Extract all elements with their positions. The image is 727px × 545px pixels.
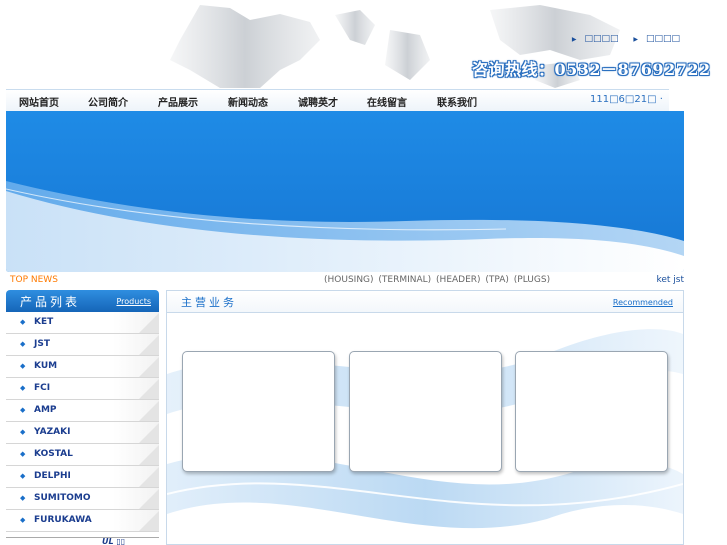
sidebar-item-label: DELPHI (34, 471, 71, 481)
bullet-icon: ◆ (20, 318, 26, 326)
main-nav: 网站首页 公司简介 产品展示 新闻动态 诚聘英才 在线留言 联系我们 111□6… (6, 89, 669, 111)
hotline-phone: 咨询热线：0532－87692722 (472, 60, 711, 79)
product-categories[interactable]: (HOUSING) (TERMINAL) (HEADER) (TPA) (PLU… (324, 275, 550, 285)
main-business-panel: 主营业务 Recommended (166, 290, 684, 545)
bullet-icon: ◆ (20, 450, 26, 458)
fold-decoration (139, 511, 159, 531)
keywords-link[interactable]: ket jst (656, 275, 684, 285)
sidebar-item-label: JST (34, 339, 50, 349)
sidebar-item-label: YAZAKI (34, 427, 71, 437)
sidebar-item-label: AMP (34, 405, 57, 415)
sidebar-item-delphi[interactable]: ◆ DELPHI (6, 466, 159, 488)
sidebar-item-sumitomo[interactable]: ◆ SUMITOMO (6, 488, 159, 510)
sidebar-item-yazaki[interactable]: ◆ YAZAKI (6, 422, 159, 444)
sidebar-header: 产品列表 Products (6, 290, 159, 312)
page: ▶ □□□□ ▶ □□□□ 咨询热线：0532－87692722 网站首页 公司简介… (0, 0, 727, 545)
sidebar-item-ket[interactable]: ◆ KET (6, 312, 159, 334)
sidebar-bottom-banner: UL ▯▯ (6, 537, 159, 545)
top-link-1[interactable]: ▶ □□□□ (566, 34, 619, 44)
header: ▶ □□□□ ▶ □□□□ 咨询热线：0532－87692722 (0, 0, 727, 90)
nav-item-jobs[interactable]: 诚聘英才 (298, 94, 338, 109)
bullet-icon: ◆ (20, 472, 26, 480)
news-bar: TOP NEWS (HOUSING) (TERMINAL) (HEADER) (… (6, 273, 684, 288)
bullet-icon: ◆ (20, 362, 26, 370)
sidebar-list: ◆ KET ◆ JST ◆ KUM ◆ FCI ◆ AMP ◆ YAZAKI ◆ KOSTAL… (6, 312, 159, 532)
sidebar-item-furukawa[interactable]: ◆ FURUKAWA (6, 510, 159, 532)
fold-decoration (139, 489, 159, 509)
hero-banner (6, 111, 684, 272)
triangle-right-icon: ▶ (633, 36, 638, 43)
sidebar-item-fci[interactable]: ◆ FCI (6, 378, 159, 400)
nav-item-message[interactable]: 在线留言 (367, 94, 407, 109)
sidebar-item-label: FURUKAWA (34, 515, 92, 525)
nav-item-about[interactable]: 公司简介 (88, 94, 128, 109)
bullet-icon: ◆ (20, 384, 26, 392)
fold-decoration (139, 357, 159, 377)
sidebar-item-jst[interactable]: ◆ JST (6, 334, 159, 356)
fold-decoration (139, 335, 159, 355)
top-link-2[interactable]: ▶ □□□□ (627, 34, 680, 44)
business-card-3[interactable] (515, 351, 668, 472)
fold-decoration (139, 423, 159, 443)
nav-item-contact[interactable]: 联系我们 (437, 94, 477, 109)
sidebar-item-label: KET (34, 317, 54, 327)
bullet-icon: ◆ (20, 406, 26, 414)
fold-decoration (139, 313, 159, 333)
business-card-1[interactable] (182, 351, 335, 472)
sidebar-item-kostal[interactable]: ◆ KOSTAL (6, 444, 159, 466)
bullet-icon: ◆ (20, 428, 26, 436)
sidebar-title: 产品列表 (20, 295, 81, 309)
main-header: 主营业务 Recommended (167, 291, 683, 313)
bullet-icon: ◆ (20, 516, 26, 524)
sidebar-item-label: FCI (34, 383, 51, 393)
sidebar-item-kum[interactable]: ◆ KUM (6, 356, 159, 378)
top-news-label: TOP NEWS (10, 275, 58, 285)
main-title: 主营业务 (181, 296, 237, 309)
sidebar-more-link[interactable]: Products (116, 297, 151, 306)
fold-decoration (139, 379, 159, 399)
triangle-right-icon: ▶ (571, 36, 577, 43)
current-date: 111□6□21□ · (590, 94, 663, 105)
partner-logo: UL ▯▯ (102, 537, 126, 545)
fold-decoration (139, 445, 159, 465)
top-links: ▶ □□□□ ▶ □□□□ (560, 34, 680, 44)
business-card-2[interactable] (349, 351, 502, 472)
fold-decoration (139, 467, 159, 487)
main-more-link[interactable]: Recommended (613, 298, 673, 307)
sidebar-item-amp[interactable]: ◆ AMP (6, 400, 159, 422)
sidebar-item-label: SUMITOMO (34, 493, 91, 503)
nav-item-home[interactable]: 网站首页 (19, 94, 59, 109)
sidebar-item-label: KUM (34, 361, 58, 371)
bullet-icon: ◆ (20, 340, 26, 348)
product-sidebar: 产品列表 Products ◆ KET ◆ JST ◆ KUM ◆ FCI ◆ AMP ◆… (6, 290, 159, 545)
bullet-icon: ◆ (20, 494, 26, 502)
fold-decoration (139, 401, 159, 421)
nav-item-news[interactable]: 新闻动态 (228, 94, 268, 109)
sidebar-item-label: KOSTAL (34, 449, 73, 459)
nav-item-products[interactable]: 产品展示 (158, 94, 198, 109)
